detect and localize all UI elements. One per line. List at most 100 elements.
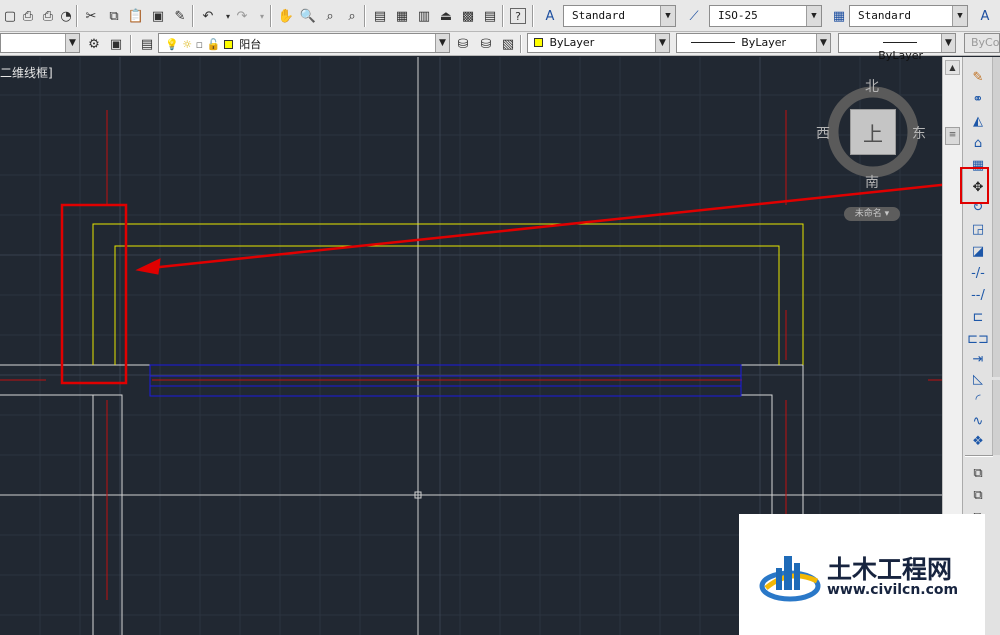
toolbar-divider	[965, 455, 993, 457]
tool-palettes-icon[interactable]: ▥	[414, 6, 434, 26]
edge-toolbar-strip	[992, 380, 1000, 455]
bulb-icon[interactable]: 💡	[165, 38, 179, 51]
help-icon[interactable]: ?	[510, 8, 526, 24]
layer-previous-icon[interactable]: ⛁	[476, 34, 496, 54]
watermark-logo	[759, 556, 821, 602]
blend-curves-icon[interactable]: ∿	[968, 411, 988, 431]
chevron-down-icon[interactable]: ▼	[660, 6, 675, 26]
sheet-set-icon[interactable]: ⏏	[436, 6, 456, 26]
chevron-down-icon[interactable]: ▼	[806, 6, 821, 26]
paste-icon[interactable]: 📋	[126, 6, 146, 26]
viewport-label[interactable]: 二维线框]	[0, 64, 53, 81]
zoom-realtime-icon[interactable]: 🔍	[298, 6, 318, 26]
cube-face-top[interactable]: 上	[850, 109, 896, 155]
chevron-down-icon[interactable]: ▼	[435, 34, 449, 52]
layer-freeze-icon[interactable]: ▫	[196, 38, 203, 51]
break-icon[interactable]: ⊏⊐	[967, 329, 989, 349]
compass-west[interactable]: 西	[816, 123, 830, 143]
join-icon[interactable]: ⇥	[968, 349, 988, 369]
chevron-down-icon[interactable]: ▼	[952, 6, 967, 26]
linetype-value: ByLayer	[741, 36, 786, 49]
extend-icon[interactable]: --/	[968, 285, 988, 305]
watermark-title: 土木工程网	[827, 555, 953, 584]
layer-select[interactable]: 💡 ☼ ▫ 🔓 阳台 ▼	[158, 33, 450, 53]
viewcube[interactable]: 北 南 东 西 上 未命名 ▾	[812, 74, 937, 224]
zoom-previous-icon[interactable]: ⌕	[342, 6, 362, 26]
chevron-down-icon[interactable]: ▼	[655, 34, 669, 52]
undo-icon[interactable]: ↶	[198, 6, 218, 26]
chamfer-icon[interactable]: ◺	[968, 369, 988, 389]
annotation	[60, 183, 942, 385]
layer-properties-icon[interactable]: ▤	[137, 34, 157, 54]
scale-icon[interactable]: ◲	[968, 219, 988, 239]
compass-north[interactable]: 北	[865, 76, 879, 96]
lineweight-preview	[883, 42, 917, 43]
match-properties-icon[interactable]: ✎	[170, 6, 190, 26]
scroll-thumb[interactable]: ≡	[945, 127, 960, 145]
break-at-point-icon[interactable]: ⊏	[968, 307, 988, 327]
color-select[interactable]: ByLayer ▼	[527, 33, 670, 53]
text-style-icon[interactable]: A	[540, 6, 560, 26]
mirror-icon[interactable]: ◭	[968, 111, 988, 131]
properties-icon[interactable]: ▤	[370, 6, 390, 26]
ucs-menu[interactable]: 未命名 ▾	[844, 207, 900, 221]
arrowhead	[135, 258, 161, 275]
dim-style-select[interactable]: ISO-25 ▼	[709, 5, 822, 27]
chevron-down-icon[interactable]: ▼	[65, 34, 79, 52]
trim-icon[interactable]: -/-	[968, 263, 988, 283]
sun-icon[interactable]: ☼	[182, 38, 192, 51]
compass-east[interactable]: 东	[912, 123, 926, 143]
chevron-down-icon[interactable]: ▼	[941, 34, 955, 52]
watermark-url: www.civilcn.com	[827, 582, 959, 598]
redo-icon[interactable]: ↷	[232, 6, 252, 26]
table-style-value: Standard	[858, 9, 911, 22]
open-icon[interactable]: ▢	[0, 6, 20, 26]
draworder-front-icon[interactable]: ⧉	[968, 463, 988, 483]
dim-style-icon[interactable]: ⟋	[684, 6, 704, 26]
lock-icon[interactable]: 🔓	[207, 38, 221, 51]
ucs-label: 未命名	[854, 209, 882, 219]
text-style-select[interactable]: Standard ▼	[563, 5, 676, 27]
design-center-icon[interactable]: ▦	[392, 6, 412, 26]
plot-icon[interactable]: ⎙	[38, 6, 58, 26]
draworder-back-icon[interactable]: ⧉	[968, 485, 988, 505]
compass-south[interactable]: 南	[865, 172, 879, 192]
zoom-window-icon[interactable]: ⌕	[320, 6, 340, 26]
linetype-select[interactable]: ByLayer ▼	[676, 33, 831, 53]
scroll-up-button[interactable]: ▲	[945, 60, 960, 75]
offset-icon[interactable]: ⌂	[968, 133, 988, 153]
plot-style-select[interactable]: ByCo	[964, 33, 1000, 53]
cut-icon[interactable]: ✂	[81, 6, 101, 26]
fillet-icon[interactable]: ◜	[968, 389, 988, 409]
paste-block-icon[interactable]: ▣	[148, 6, 168, 26]
text-style-value: Standard	[572, 9, 625, 22]
layer-name: 阳台	[239, 38, 262, 51]
workspace-select[interactable]: ▼	[0, 33, 80, 53]
chevron-down-icon[interactable]: ▼	[816, 34, 830, 52]
lineweight-select[interactable]: ByLayer ▼	[838, 33, 956, 62]
publish-icon[interactable]: ◔	[56, 6, 76, 26]
redo-dropdown-icon[interactable]: ▾	[252, 6, 272, 26]
highlight-box	[60, 203, 128, 385]
edge-toolbar-strip	[992, 57, 1000, 377]
plot-preview-icon[interactable]: ⎙	[18, 6, 38, 26]
copy-icon[interactable]: ⧉	[104, 6, 124, 26]
dim-style-value: ISO-25	[718, 9, 758, 22]
pan-icon[interactable]: ✋	[276, 6, 296, 26]
calculator-icon[interactable]: ▤	[480, 6, 500, 26]
erase-icon[interactable]: ✎	[968, 67, 988, 87]
table-style-icon[interactable]: ▦	[829, 6, 849, 26]
layer-states-icon[interactable]: ▧	[498, 34, 518, 54]
make-current-icon[interactable]: ⛁	[453, 34, 473, 54]
explode-icon[interactable]: ❖	[968, 431, 988, 451]
markup-icon[interactable]: ▩	[458, 6, 478, 26]
gear-icon[interactable]: ⚙	[84, 34, 104, 54]
color-swatch	[534, 38, 543, 47]
layer-color-swatch	[223, 40, 233, 49]
copy-object-icon[interactable]: ⚭	[968, 89, 988, 109]
table-style-select[interactable]: Standard ▼	[849, 5, 968, 27]
stretch-icon[interactable]: ◪	[968, 241, 988, 261]
workspace-icon[interactable]: ▣	[106, 34, 126, 54]
standard-toolbar: ▢ ⎙ ⎙ ◔ ✂ ⧉ 📋 ▣ ✎ ↶ ▾ ↷ ▾ ✋ 🔍 ⌕ ⌕ ▤ ▦ ▥ …	[0, 0, 1000, 32]
multileader-style-icon[interactable]: A	[975, 6, 995, 26]
